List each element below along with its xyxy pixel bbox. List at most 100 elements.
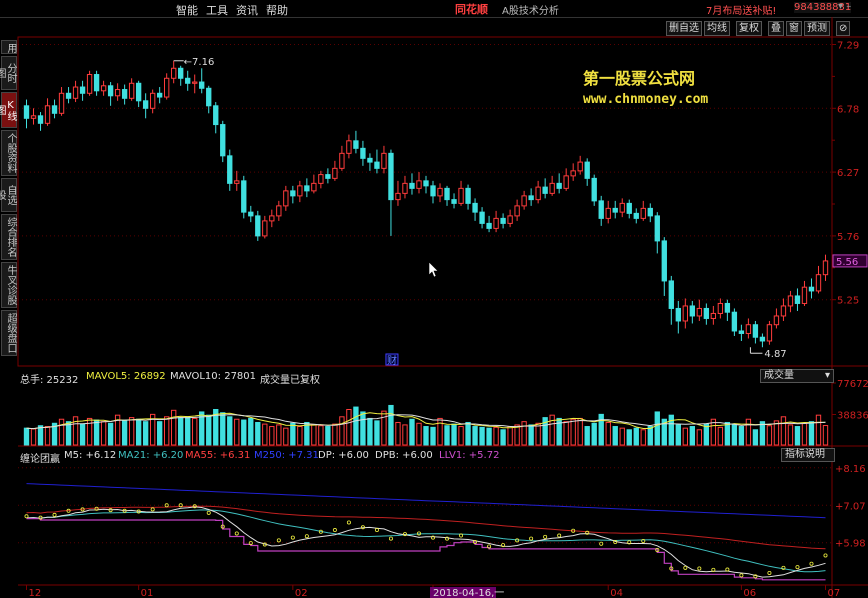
candle-body <box>409 182 415 189</box>
candle-body <box>423 180 429 187</box>
volume-bar <box>808 421 815 446</box>
volume-bar <box>752 429 759 446</box>
dp-dot <box>697 566 702 571</box>
volume-indicator-dropdown[interactable]: 成交量 ▾ <box>760 369 834 383</box>
candle-body <box>696 307 703 317</box>
candle-body <box>325 174 331 179</box>
volume-bar <box>164 416 170 446</box>
candle-body <box>79 86 86 94</box>
finance-event-marker: 财 <box>387 354 397 367</box>
price-tick-label: 7.29 <box>837 41 859 52</box>
sidebar-tab-5[interactable]: 综合排名 <box>1 214 17 260</box>
candle-body <box>752 324 759 338</box>
candle-body <box>171 67 177 79</box>
volume-bar <box>192 417 198 446</box>
candle-body <box>135 82 142 102</box>
candle-body <box>178 67 184 79</box>
candle-body <box>745 324 752 334</box>
volume-bar <box>325 426 331 446</box>
candle-body <box>86 74 93 94</box>
candle-body <box>780 305 787 317</box>
volume-dropdown-label: 成交量 <box>764 370 794 381</box>
volume-bar <box>353 406 359 446</box>
candle-body <box>37 115 44 124</box>
toolbar-button-5[interactable]: 预测 <box>804 21 830 36</box>
sidebar-tab-6[interactable]: 牛叉诊股 <box>1 262 17 308</box>
volume-bar <box>794 426 801 446</box>
candle-body <box>815 274 822 292</box>
candle-body <box>121 89 128 99</box>
volume-bar <box>332 423 338 446</box>
candle-body <box>388 152 394 201</box>
sidebar-tab-3[interactable]: 个股资料 <box>1 130 17 176</box>
volume-bar <box>640 429 646 446</box>
candle-body <box>437 187 443 197</box>
volume-bar <box>360 411 366 446</box>
volume-bar <box>619 427 625 446</box>
volume-bar <box>465 421 471 446</box>
candle-body <box>44 105 51 124</box>
watermark-title: 第一股票公式网 <box>583 69 696 88</box>
volume-bar <box>759 421 766 446</box>
volume-bar <box>128 417 135 446</box>
volume-bar <box>521 421 527 446</box>
toolbar-button-4[interactable]: 窗 <box>786 21 802 36</box>
volume-bar <box>381 410 387 446</box>
candle-body <box>766 324 773 342</box>
candle-body <box>465 187 471 204</box>
candle-body <box>23 105 30 119</box>
candle-body <box>563 175 569 189</box>
candle-body <box>65 92 72 99</box>
indicator-dp: DP: +6.00 <box>318 450 369 461</box>
candle-body <box>486 222 492 229</box>
volume-bar <box>409 418 415 446</box>
dp-dot <box>739 573 744 578</box>
volume-bar <box>563 421 569 446</box>
candle-body <box>626 202 632 214</box>
sidebar-tab-4[interactable]: 自选股 <box>0 178 17 212</box>
toolbar-button-3[interactable]: 叠 <box>768 21 784 36</box>
volume-bar <box>30 428 37 446</box>
chart-canvas[interactable]: 7.29 6.78 6.27 5.76 5.25 5.56 ←7.16 4.87 财 77672 3… <box>0 0 868 598</box>
toolbar-button-2[interactable]: 复权 <box>736 21 762 36</box>
candle-body <box>689 305 696 317</box>
dp-dot <box>683 565 688 570</box>
volume-bar <box>815 414 822 446</box>
toolbar-button-1[interactable]: 均线 <box>704 21 730 36</box>
volume-bar <box>549 414 555 446</box>
sidebar-tab-1[interactable]: 分时图 <box>0 56 17 90</box>
candle-body <box>58 92 65 114</box>
volume-bar <box>570 418 576 446</box>
volume-bar <box>675 424 681 446</box>
candle-body <box>100 85 107 92</box>
volume-bar <box>801 422 808 446</box>
candle-body <box>822 260 829 276</box>
candle-body <box>717 302 724 314</box>
volume-bar <box>451 423 457 446</box>
indicator-help-button[interactable]: 指标说明 <box>781 448 835 462</box>
dp-dot <box>557 533 562 538</box>
candle-body <box>542 186 548 194</box>
candle-body <box>283 190 289 207</box>
candle-body <box>248 211 254 217</box>
sidebar-tab-0[interactable]: 用 <box>1 40 17 54</box>
candle-body <box>304 185 310 192</box>
volume-bar <box>107 422 114 446</box>
candle-body <box>682 305 688 322</box>
volume-bar <box>402 424 408 446</box>
price-tick-label: 5.76 <box>837 232 859 243</box>
price-tick-label: 5.25 <box>837 296 859 307</box>
sidebar-tab-2[interactable]: K线图 <box>0 92 17 128</box>
toolbar-button-6[interactable]: ⊘ <box>836 21 851 36</box>
dp-dot <box>599 541 604 546</box>
candle-body <box>213 105 219 126</box>
candle-body <box>185 77 191 84</box>
candle-body <box>577 161 583 172</box>
candle-body <box>710 312 717 319</box>
candle-body <box>114 89 121 97</box>
candle-body <box>51 105 58 114</box>
candle-body <box>458 187 464 204</box>
toolbar-button-0[interactable]: 删自选 <box>666 21 702 36</box>
volume-bar <box>731 424 738 446</box>
sidebar-tab-7[interactable]: 超级盘口 <box>1 310 17 356</box>
